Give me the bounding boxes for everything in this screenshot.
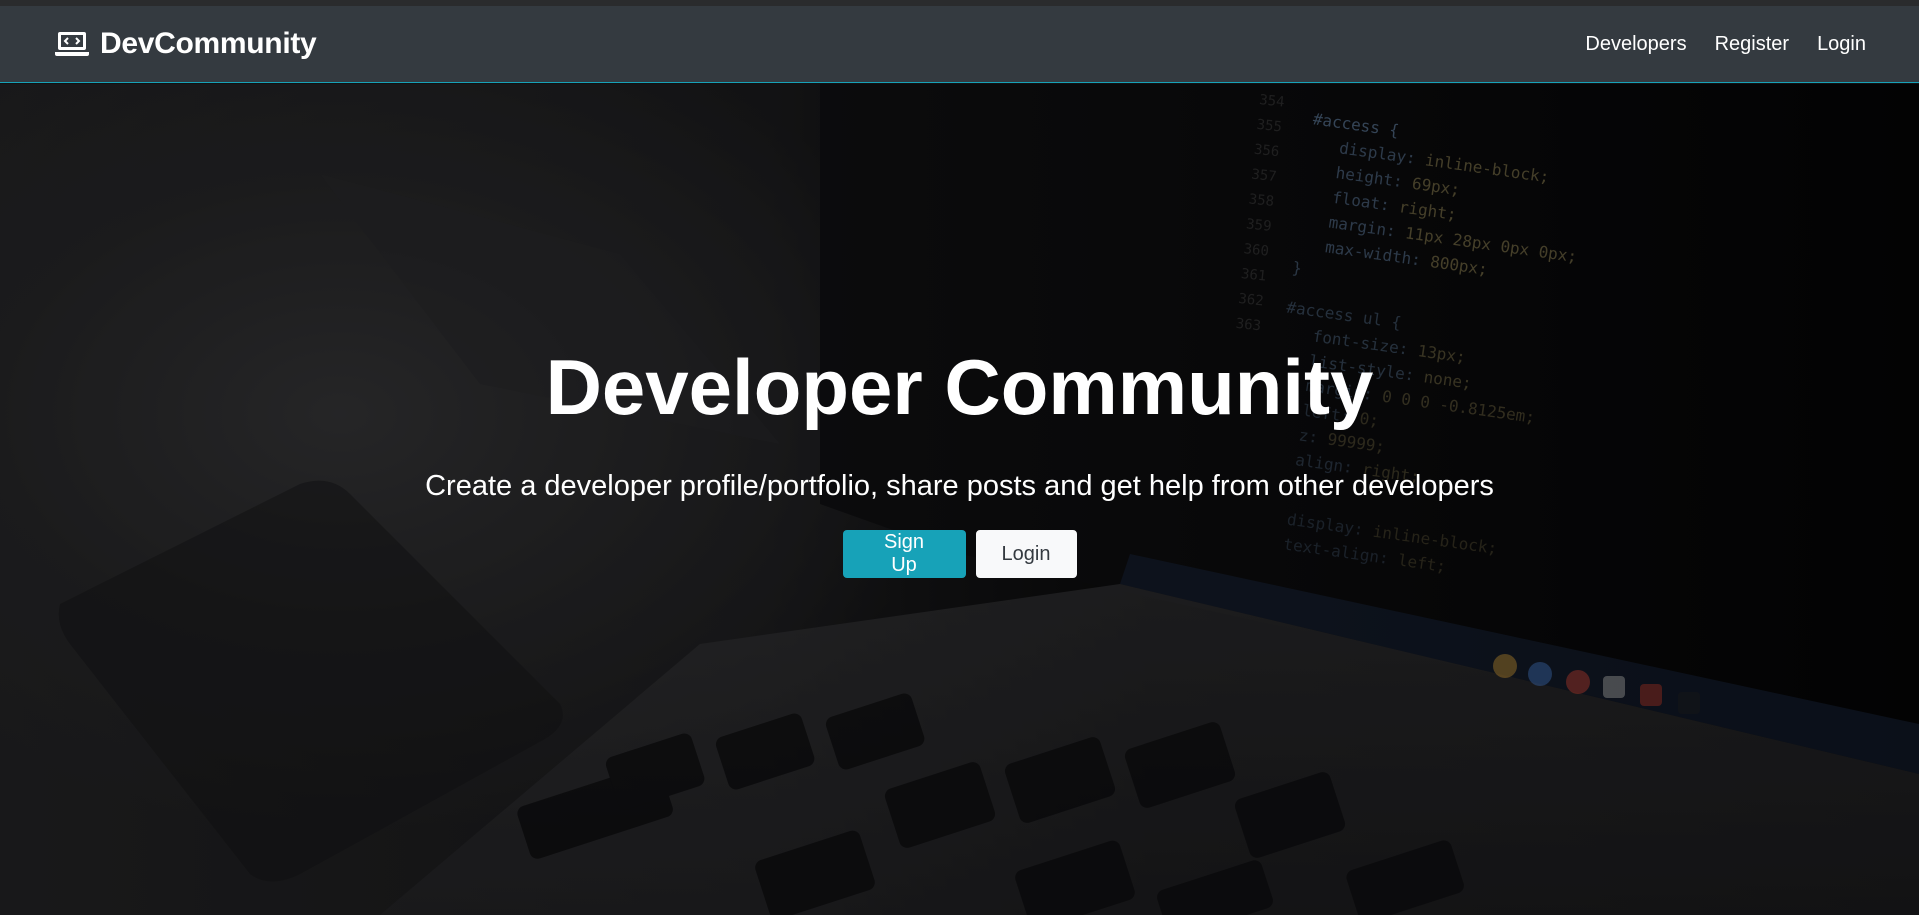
navbar: DevCommunity Developers Register Login: [0, 6, 1919, 83]
hero-buttons: Sign Up Login: [0, 530, 1919, 578]
landing-hero: #access { display: inline-block; height:…: [0, 84, 1919, 915]
nav-links: Developers Register Login: [1585, 33, 1866, 56]
brand-link[interactable]: DevCommunity: [54, 27, 317, 61]
nav-link-register[interactable]: Register: [1715, 33, 1789, 56]
brand-name: DevCommunity: [100, 27, 317, 60]
login-button[interactable]: Login: [975, 530, 1077, 578]
hero-content: Developer Community Create a developer p…: [0, 84, 1919, 915]
laptop-code-icon: [55, 32, 89, 56]
hero-title: Developer Community: [545, 343, 1374, 431]
nav-link-developers[interactable]: Developers: [1585, 33, 1686, 56]
hero-lead-text: Create a developer profile/portfolio, sh…: [425, 470, 1494, 502]
nav-link-login[interactable]: Login: [1817, 33, 1866, 56]
signup-button[interactable]: Sign Up: [842, 530, 966, 578]
